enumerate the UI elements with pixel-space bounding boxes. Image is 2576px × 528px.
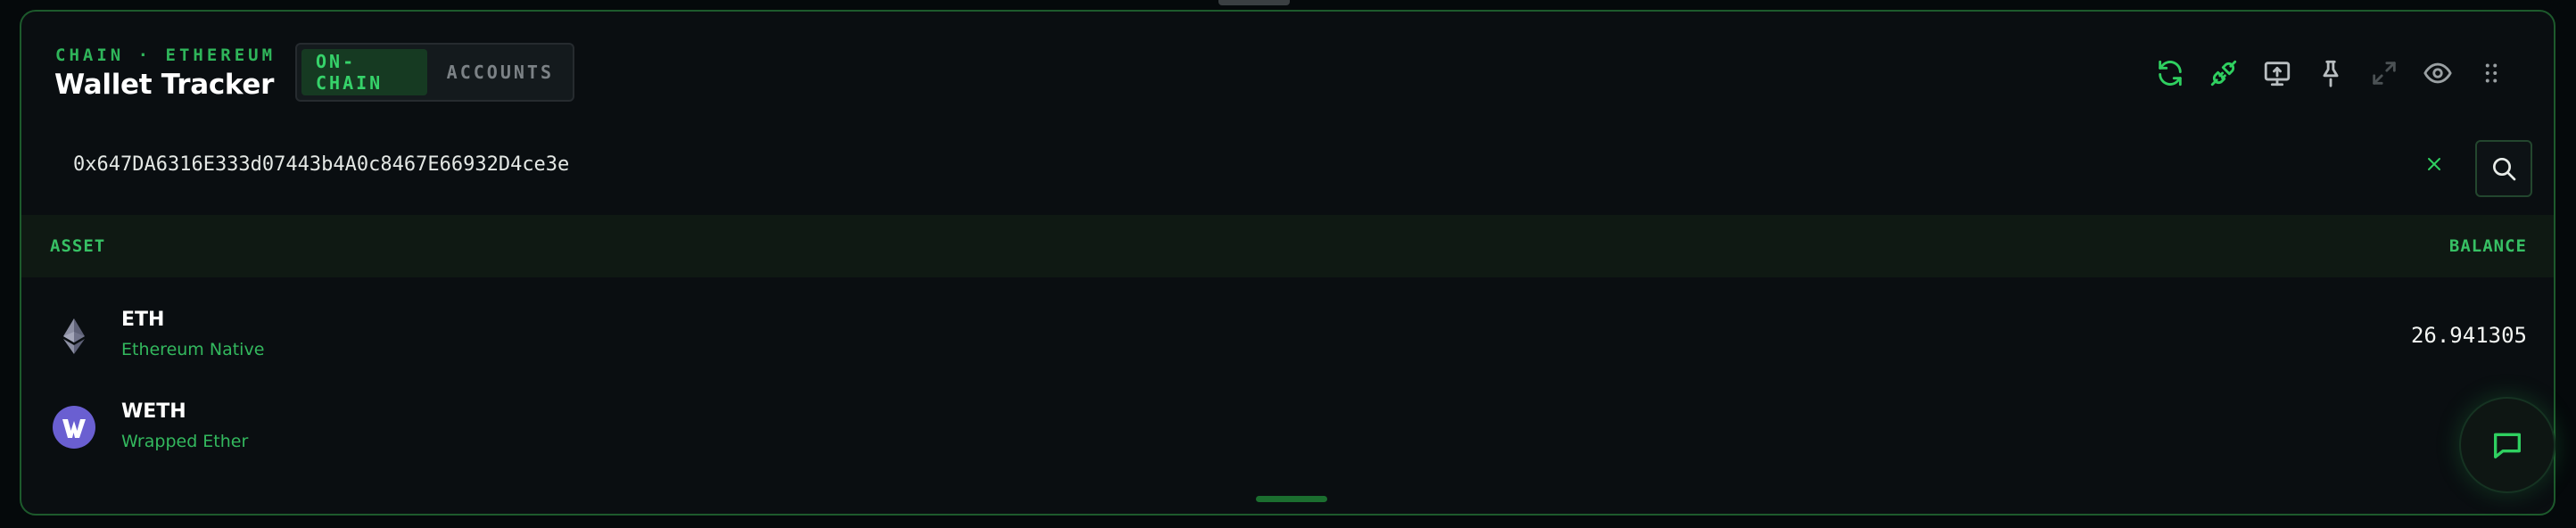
page-title: Wallet Tracker (54, 69, 275, 101)
column-header-asset: ASSET (50, 236, 106, 256)
clear-button[interactable] (2421, 151, 2448, 177)
visibility-button[interactable] (2411, 53, 2465, 94)
asset-balance: 26.941305 (2410, 323, 2527, 348)
chat-bubble-icon (2494, 433, 2521, 458)
address-search-bar (21, 136, 2554, 208)
ethereum-icon (52, 313, 96, 358)
plug-icon (2210, 60, 2237, 87)
expand-icon (2373, 62, 2396, 85)
resize-handle[interactable] (1256, 496, 1327, 502)
refresh-icon (2159, 60, 2182, 87)
chat-button[interactable] (2459, 397, 2555, 493)
wallet-tracker-panel: CHAIN · ETHEREUM Wallet Tracker ON-CHAIN… (20, 10, 2555, 516)
asset-table-header: ASSET BALANCE (21, 215, 2554, 277)
weth-icon (52, 405, 96, 450)
search-icon (2493, 158, 2516, 181)
tab-on-chain[interactable]: ON-CHAIN (301, 49, 427, 95)
drag-grip-icon (2485, 63, 2498, 83)
pin-button[interactable] (2304, 53, 2357, 94)
column-header-balance: BALANCE (2448, 236, 2527, 256)
panel-toolbar (2143, 53, 2518, 94)
table-row[interactable]: WETH Wrapped Ether (21, 383, 2554, 472)
view-tabs: ON-CHAIN ACCOUNTS (295, 43, 574, 102)
connect-button[interactable] (2197, 53, 2250, 94)
asset-name: Ethereum Native (121, 340, 265, 359)
monitor-upload-icon (2264, 62, 2291, 87)
drag-grip-button[interactable] (2465, 53, 2518, 94)
window-drag-handle[interactable] (1218, 0, 1290, 5)
asset-symbol: WETH (121, 400, 186, 423)
expand-button[interactable] (2357, 53, 2411, 94)
tab-accounts[interactable]: ACCOUNTS (433, 49, 568, 95)
panel-header: CHAIN · ETHEREUM Wallet Tracker ON-CHAIN… (21, 12, 2554, 119)
asset-symbol: ETH (121, 309, 165, 331)
eye-icon (2423, 62, 2452, 84)
search-button[interactable] (2475, 140, 2532, 197)
table-row[interactable]: ETH Ethereum Native 26.941305 (21, 291, 2554, 380)
close-icon (2428, 158, 2440, 170)
chain-label: CHAIN · ETHEREUM (55, 45, 277, 65)
refresh-button[interactable] (2143, 53, 2197, 94)
pin-icon (2323, 60, 2339, 87)
screen-share-button[interactable] (2250, 53, 2304, 94)
wallet-address-input[interactable] (73, 153, 2392, 176)
asset-name: Wrapped Ether (121, 432, 249, 451)
